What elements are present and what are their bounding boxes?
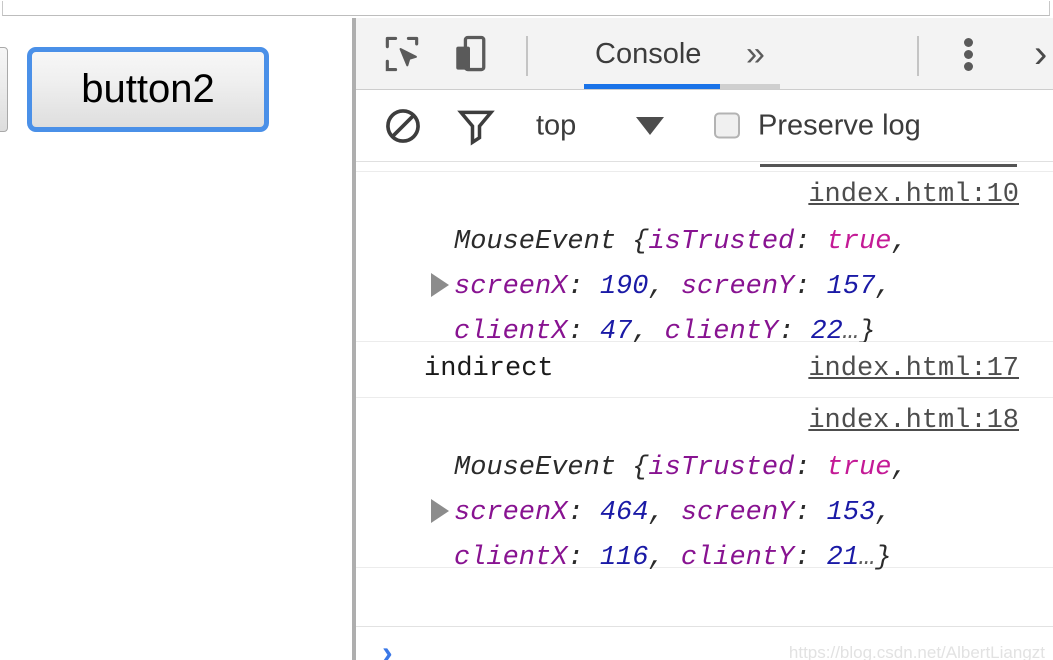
more-options-icon[interactable] [956,34,982,74]
console-prompt-row[interactable]: › https://blog.csdn.net/AlbertLiangzt [356,626,1053,660]
value-clientY: 21 [826,543,860,573]
console-text-value: indirect [424,354,554,384]
page-viewport: button2 [0,18,352,660]
object-ellipsis: … [859,543,876,573]
clear-console-icon[interactable] [382,105,424,147]
prompt-chevron-icon: › [382,634,393,660]
value-isTrusted: true [826,453,892,483]
page-button-partial[interactable] [0,47,8,132]
console-message-object[interactable]: index.html:18 MouseEvent {isTrusted: tru… [356,398,1053,573]
clipped-source-link-underline [760,164,1017,167]
inspect-element-icon[interactable] [380,32,424,76]
preserve-log-checkbox[interactable]: Preserve log [714,109,921,142]
console-filter-toolbar: top Preserve log [356,90,1053,162]
object-line-2: screenX: 190, screenY: 157, [454,272,892,302]
prop-clientX: clientX [454,543,568,573]
object-line-2: screenX: 464, screenY: 153, [454,498,892,528]
tab-underline-remainder [720,84,780,89]
value-screenX: 464 [599,498,649,528]
preserve-log-box[interactable] [714,112,740,139]
toolbar-separator-right [917,36,919,76]
devtools-toolbar: Console » › [356,18,1053,90]
prop-isTrusted: isTrusted [648,227,795,257]
toolbar-separator-left [526,36,528,76]
caret-down-icon[interactable] [636,116,664,135]
console-message-list[interactable]: index.html:10 MouseEvent {isTrusted: tru… [356,162,1053,626]
object-open-brace: { [632,227,649,257]
object-expander-icon[interactable] [431,499,449,523]
value-clientX: 116 [599,543,649,573]
prop-isTrusted: isTrusted [648,453,795,483]
prop-screenY: screenY [680,272,795,302]
device-toggle-icon[interactable] [448,32,492,76]
prop-screenX: screenX [454,272,568,302]
object-open-brace: { [632,453,649,483]
value-screenY: 153 [826,498,876,528]
console-message-text[interactable]: indirect index.html:17 [356,342,1053,398]
object-constructor: MouseEvent [454,453,617,483]
chrome-inner-edge [2,1,1050,16]
devtools-panel: Console » › top Preserve log index.html:… [356,18,1053,660]
browser-chrome-strip [0,0,1053,18]
preserve-log-label: Preserve log [758,109,921,141]
object-line-1: MouseEvent {isTrusted: true, [454,453,908,483]
source-link[interactable]: index.html:18 [808,406,1019,436]
screenshot-root: button2 Console » › top Preserve log ind… [0,0,1053,660]
object-line-1: MouseEvent {isTrusted: true, [454,227,908,257]
chevron-right-icon[interactable]: › [1034,34,1047,74]
watermark: https://blog.csdn.net/AlbertLiangzt [788,643,1045,660]
console-message-clipped [356,162,1053,172]
value-isTrusted: true [826,227,892,257]
value-screenX: 190 [599,272,649,302]
tab-console-active-indicator [584,84,720,89]
prop-clientY: clientY [680,543,795,573]
object-line-3: clientX: 116, clientY: 21…} [454,543,892,573]
source-link[interactable]: index.html:10 [808,180,1019,210]
prop-screenX: screenX [454,498,568,528]
filter-icon[interactable] [455,105,497,147]
context-selector[interactable]: top [536,109,576,142]
object-close-brace: } [875,543,892,573]
tab-console[interactable]: Console [581,18,715,90]
source-link[interactable]: index.html:17 [808,354,1019,384]
console-message-object[interactable]: index.html:10 MouseEvent {isTrusted: tru… [356,172,1053,347]
prop-screenY: screenY [680,498,795,528]
page-button-button2[interactable]: button2 [27,47,269,132]
more-tabs-icon[interactable]: » [746,37,765,71]
value-screenY: 157 [826,272,876,302]
object-constructor: MouseEvent [454,227,617,257]
object-expander-icon[interactable] [431,273,449,297]
